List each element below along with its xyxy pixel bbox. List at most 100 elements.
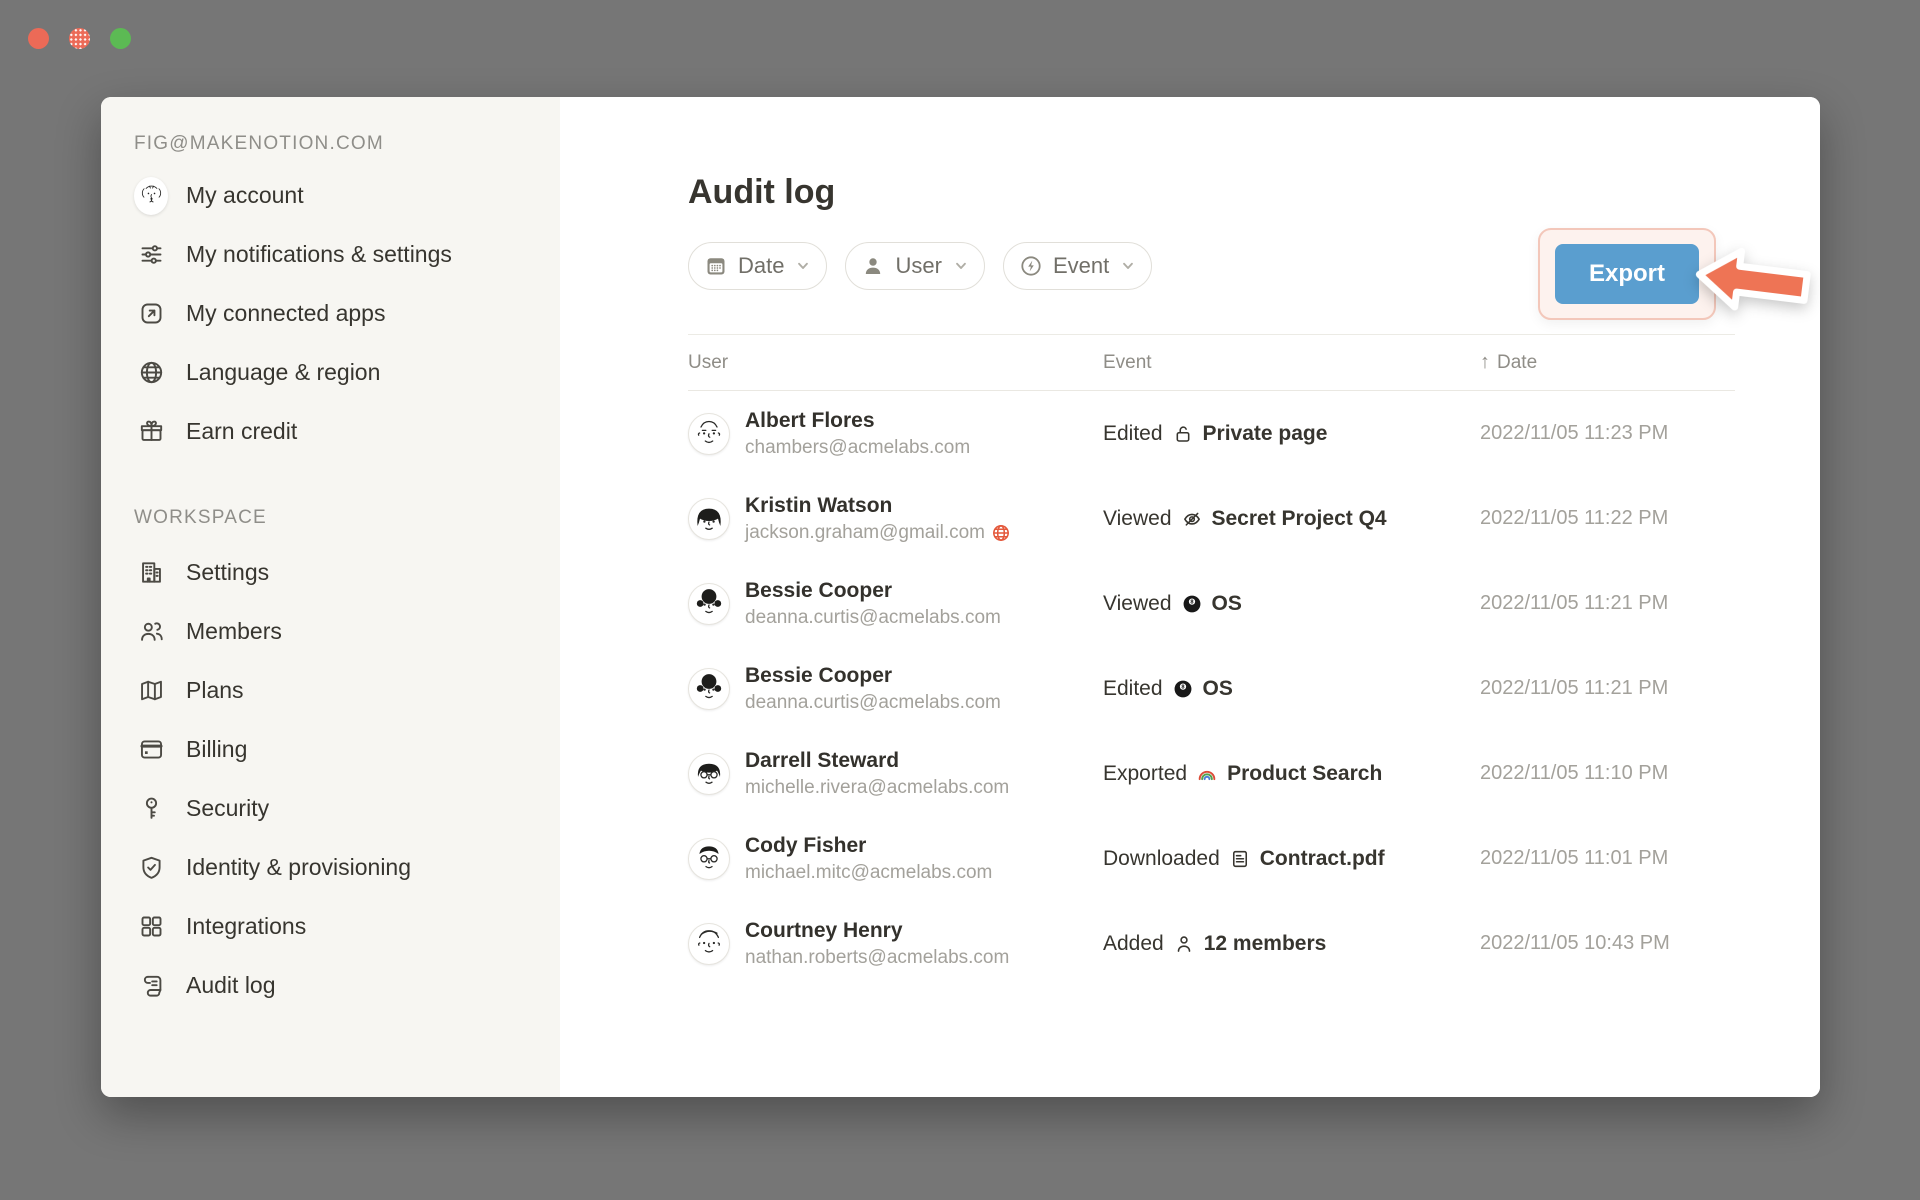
sidebar-item-label: My account [186,182,304,209]
scroll-icon [134,969,168,1003]
table-row: Bessie Cooper deanna.curtis@acmelabs.com… [688,561,1735,646]
event-date: 2022/11/05 10:43 PM [1480,932,1735,955]
sidebar-item-integrations[interactable]: Integrations [134,897,536,956]
eight-ball-icon: 8 [1172,678,1194,700]
eight-ball-icon: 8 [1181,593,1203,615]
sidebar-item-label: Members [186,618,282,645]
event-date: 2022/11/05 11:21 PM [1480,677,1735,700]
user-name: Bessie Cooper [745,578,1001,604]
sidebar-item-billing[interactable]: Billing [134,720,536,779]
desktop-background: FIG@MAKENOTION.COM My account [0,0,1920,1200]
user-email: michelle.rivera@acmelabs.com [745,777,1009,799]
sidebar-item-language-region[interactable]: Language & region [134,343,536,402]
user-email: michael.mitc@acmelabs.com [745,862,992,884]
person-outline-icon [1173,933,1195,955]
table-row: Courtney Henry nathan.roberts@acmelabs.c… [688,901,1735,986]
settings-sidebar: FIG@MAKENOTION.COM My account [101,97,560,1097]
calendar-icon [704,254,728,278]
user-email: deanna.curtis@acmelabs.com [745,692,1001,714]
audit-log-panel: Audit log Date [560,97,1820,1097]
table-row: Kristin Watson jackson.graham@gmail.com [688,476,1735,561]
chevron-down-icon [794,257,812,275]
sidebar-item-my-account[interactable]: My account [134,166,536,225]
sidebar-item-label: My notifications & settings [186,241,452,268]
map-icon [134,674,168,708]
expand-button[interactable] [110,28,131,49]
event-action: Added [1103,932,1164,956]
user-name: Bessie Cooper [745,663,1001,689]
sidebar-item-notifications-settings[interactable]: My notifications & settings [134,225,536,284]
close-button[interactable] [28,28,49,49]
sidebar-item-label: Security [186,795,269,822]
user-icon [861,254,885,278]
svg-text:8: 8 [1181,684,1185,690]
event-date: 2022/11/05 11:01 PM [1480,847,1735,870]
sidebar-item-earn-credit[interactable]: Earn credit [134,402,536,461]
column-header-event: Event [1103,352,1480,374]
user-email: jackson.graham@gmail.com [745,522,985,544]
event-filter-label: Event [1053,253,1109,279]
sidebar-item-connected-apps[interactable]: My connected apps [134,284,536,343]
shield-check-icon [134,851,168,885]
column-header-date[interactable]: ↑ Date [1480,351,1735,374]
workspace-section-header: WORKSPACE [134,507,536,529]
table-row: Albert Flores chambers@acmelabs.com Edit… [688,391,1735,476]
export-button[interactable]: Export [1555,244,1699,304]
event-action: Downloaded [1103,847,1220,871]
sidebar-item-label: Plans [186,677,244,704]
sidebar-item-label: Language & region [186,359,380,386]
sidebar-item-label: Integrations [186,913,306,940]
lock-icon [1172,423,1194,445]
event-action: Viewed [1103,592,1172,616]
table-row: Darrell Steward michelle.rivera@acmelabs… [688,731,1735,816]
lightning-icon [1019,254,1043,278]
user-filter-label: User [895,253,941,279]
event-filter-button[interactable]: Event [1003,242,1152,290]
building-icon [134,556,168,590]
event-date: 2022/11/05 11:10 PM [1480,762,1735,785]
date-filter-button[interactable]: Date [688,242,827,290]
rainbow-icon [1196,763,1218,785]
table-row: Cody Fisher michael.mitc@acmelabs.com Do… [688,816,1735,901]
event-object: Secret Project Q4 [1212,507,1387,531]
sidebar-item-security[interactable]: Security [134,779,536,838]
sidebar-item-plans[interactable]: Plans [134,661,536,720]
column-header-user: User [688,352,1103,374]
event-object: OS [1212,592,1242,616]
event-action: Edited [1103,422,1163,446]
event-date: 2022/11/05 11:22 PM [1480,507,1735,530]
sidebar-item-label: My connected apps [186,300,385,327]
account-email-header: FIG@MAKENOTION.COM [134,133,536,155]
user-email: nathan.roberts@acmelabs.com [745,947,1009,969]
sidebar-item-audit-log[interactable]: Audit log [134,956,536,1015]
dog-avatar-icon [134,179,168,213]
minimize-button[interactable] [69,28,90,49]
avatar-albert-flores [688,413,730,455]
avatar-courtney-henry [688,923,730,965]
table-row: Bessie Cooper deanna.curtis@acmelabs.com… [688,646,1735,731]
settings-window: FIG@MAKENOTION.COM My account [101,97,1820,1097]
window-controls [28,28,131,49]
user-name: Courtney Henry [745,918,1009,944]
user-name: Kristin Watson [745,493,1011,519]
avatar-bessie-cooper [688,583,730,625]
event-action: Exported [1103,762,1187,786]
sidebar-item-members[interactable]: Members [134,602,536,661]
avatar-cody-fisher [688,838,730,880]
user-name: Cody Fisher [745,833,992,859]
user-name: Albert Flores [745,408,970,434]
user-filter-button[interactable]: User [845,242,984,290]
sidebar-item-identity-provisioning[interactable]: Identity & provisioning [134,838,536,897]
event-action: Edited [1103,677,1163,701]
sidebar-item-settings[interactable]: Settings [134,543,536,602]
sliders-icon [134,238,168,272]
event-object: Contract.pdf [1260,847,1385,871]
avatar-bessie-cooper [688,668,730,710]
key-icon [134,792,168,826]
event-object: OS [1203,677,1233,701]
event-action: Viewed [1103,507,1172,531]
event-date: 2022/11/05 11:23 PM [1480,422,1735,445]
date-filter-label: Date [738,253,784,279]
avatar-darrell-steward [688,753,730,795]
document-icon [1229,848,1251,870]
